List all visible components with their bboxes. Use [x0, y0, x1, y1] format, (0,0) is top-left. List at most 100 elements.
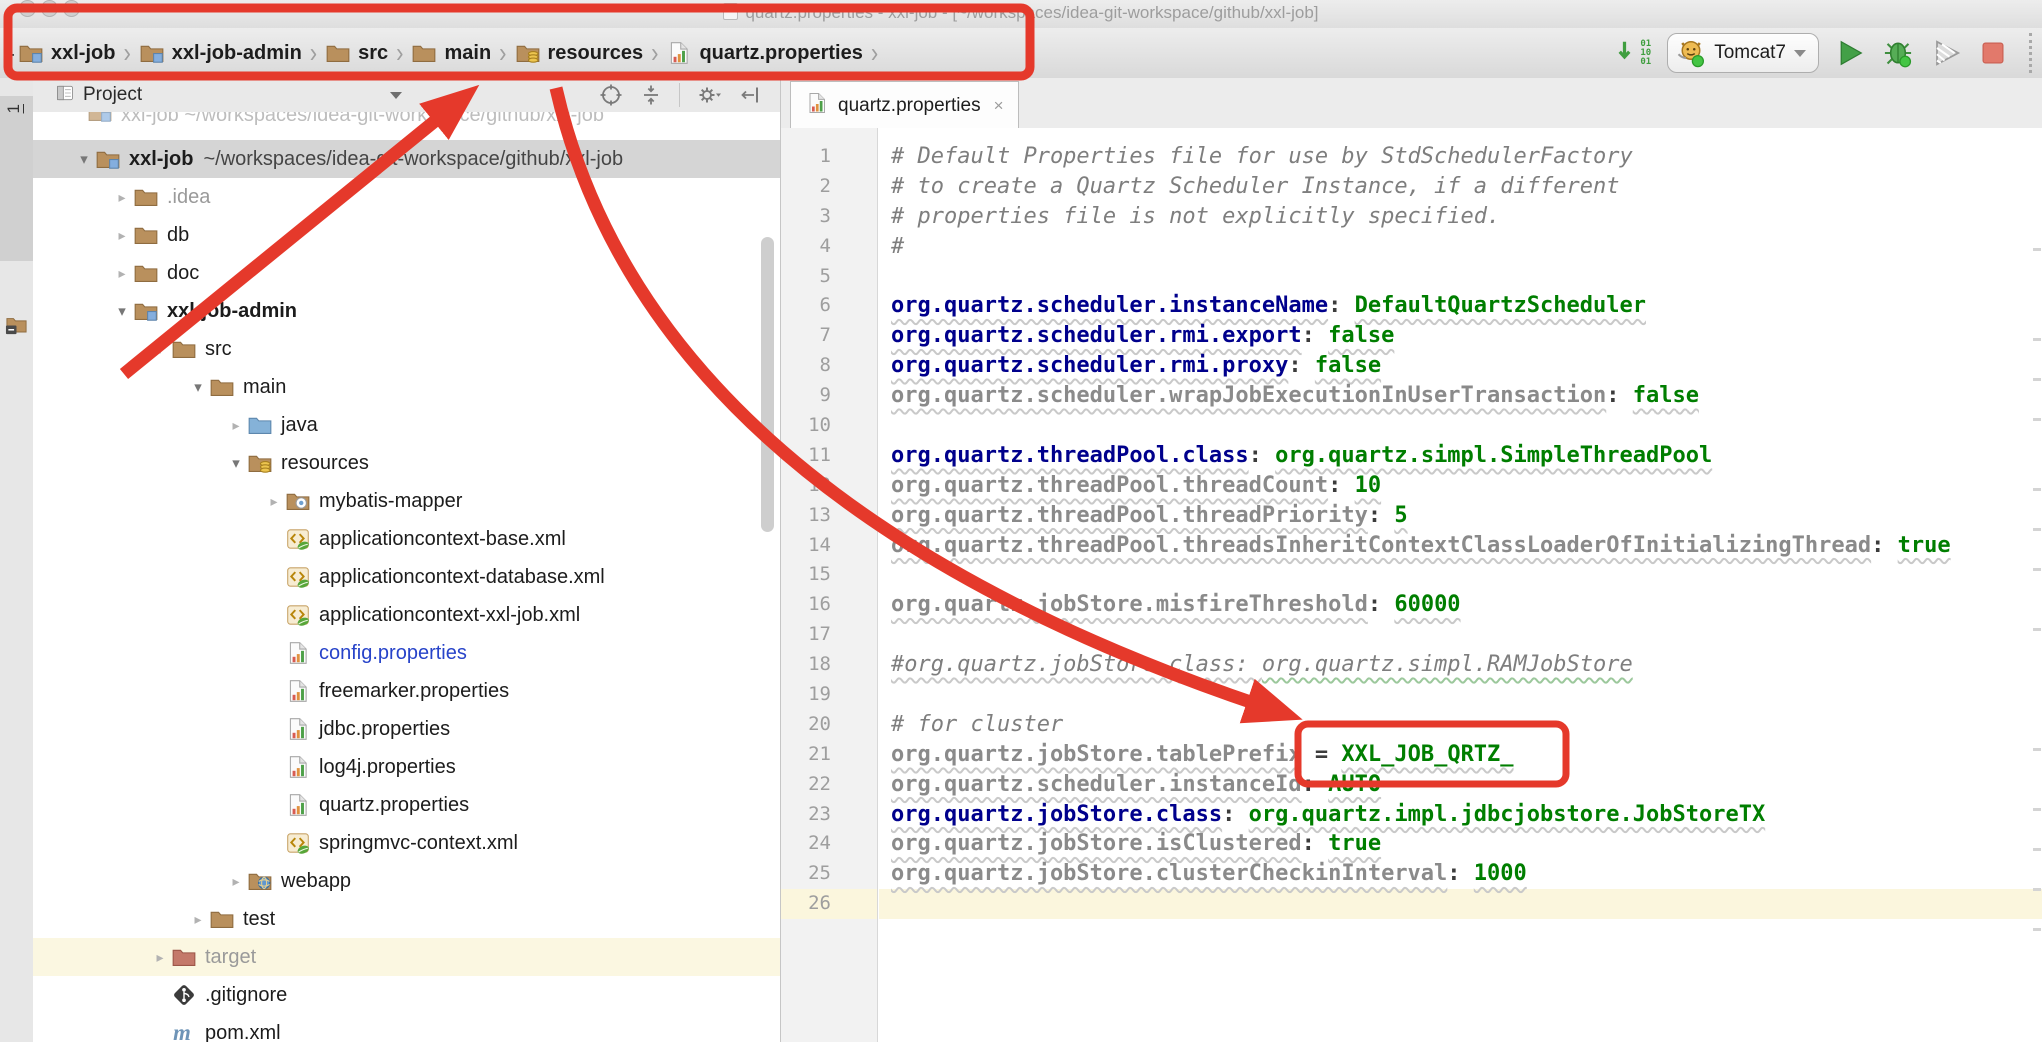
chevron-down-icon[interactable] [390, 92, 402, 99]
tree-item-applicationcontext-database.xml[interactable]: applicationcontext-database.xml [33, 558, 780, 596]
run-configuration-select[interactable]: Tomcat7 [1667, 33, 1819, 73]
gear-icon[interactable] [696, 82, 722, 108]
code-line-3[interactable]: # properties file is not explicitly spec… [879, 202, 2042, 232]
tree-item-label: log4j.properties [319, 756, 456, 779]
code-line-13[interactable]: org.quartz.threadPool.threadPriority: 5 [879, 501, 2042, 531]
collapse-all-icon[interactable] [639, 83, 663, 107]
tree-item-springmvc-context.xml[interactable]: springmvc-context.xml [33, 824, 780, 862]
breadcrumb-item-quartz.properties[interactable]: quartz.properties [666, 40, 862, 66]
breadcrumb-item-main[interactable]: main [411, 40, 491, 66]
run-button[interactable] [1835, 38, 1865, 68]
tree-item-doc[interactable]: ▸doc [33, 254, 780, 292]
line-number-1: 1 [781, 142, 877, 172]
chevron-collapsed-icon[interactable]: ▸ [225, 873, 247, 890]
code-line-17[interactable] [879, 620, 2042, 650]
code-line-11[interactable]: org.quartz.threadPool.class: org.quartz.… [879, 441, 2042, 471]
code-line-22[interactable]: org.quartz.scheduler.instanceId: AUTO [879, 770, 2042, 800]
tree-item-applicationcontext-base.xml[interactable]: applicationcontext-base.xml [33, 520, 780, 558]
tree-item-mybatis-mapper[interactable]: ▸mybatis-mapper [33, 482, 780, 520]
module-icon [95, 146, 121, 172]
tree-item-jdbc.properties[interactable]: jdbc.properties [33, 710, 780, 748]
tree-item-db[interactable]: ▸db [33, 216, 780, 254]
tree-item-xxl-job[interactable]: ▾xxl-job~/workspaces/idea-git-workspace/… [33, 140, 780, 178]
tree-item-target[interactable]: ▸target [33, 938, 780, 976]
run-with-coverage-button[interactable] [1931, 38, 1963, 68]
chevron-collapsed-icon[interactable]: ▸ [263, 493, 285, 510]
tree-item-xxl-job-admin[interactable]: ▾xxl-job-admin [33, 292, 780, 330]
tree-item-src[interactable]: ▾src [33, 330, 780, 368]
tree-item-applicationcontext-xxl-job.xml[interactable]: applicationcontext-xxl-job.xml [33, 596, 780, 634]
tree-item-label: freemarker.properties [319, 680, 509, 703]
line-number-4: 4 [781, 232, 877, 262]
code-line-14[interactable]: org.quartz.threadPool.threadsInheritCont… [879, 531, 2042, 561]
code-line-18[interactable]: #org.quartz.jobStore.class: org.quartz.s… [879, 650, 2042, 680]
breadcrumb-item-src[interactable]: src [325, 40, 388, 66]
tab-label: quartz.properties [838, 95, 981, 117]
debug-button[interactable] [1881, 37, 1915, 69]
tree-item-.idea[interactable]: ▸.idea [33, 178, 780, 216]
tree-item-main[interactable]: ▾main [33, 368, 780, 406]
breadcrumb-item-xxl-job[interactable]: xxl-job [18, 40, 115, 66]
tree-item-freemarker.properties[interactable]: freemarker.properties [33, 672, 780, 710]
code-line-20[interactable]: # for cluster [879, 710, 2042, 740]
tree-item-resources[interactable]: ▾resources [33, 444, 780, 482]
chevron-collapsed-icon[interactable]: ▸ [149, 949, 171, 966]
folder-web-icon [247, 868, 273, 894]
locate-file-icon[interactable] [599, 83, 623, 107]
chevron-expanded-icon[interactable]: ▾ [225, 454, 247, 472]
update-running-app-icon[interactable]: 011001 [1616, 38, 1651, 68]
code-line-19[interactable] [879, 680, 2042, 710]
code-line-25[interactable]: org.quartz.jobStore.clusterCheckinInterv… [879, 859, 2042, 889]
breadcrumb-item-xxl-job-admin[interactable]: xxl-job-admin [139, 40, 302, 66]
code-line-5[interactable] [879, 262, 2042, 292]
chevron-collapsed-icon[interactable]: ▸ [111, 265, 133, 282]
code-line-7[interactable]: org.quartz.scheduler.rmi.export: false [879, 321, 2042, 351]
tree-item-log4j.properties[interactable]: log4j.properties [33, 748, 780, 786]
tree-item-label: .gitignore [205, 984, 287, 1007]
chevron-expanded-icon[interactable]: ▾ [149, 340, 171, 358]
code-line-10[interactable] [879, 411, 2042, 441]
tree-item-quartz.properties[interactable]: quartz.properties [33, 786, 780, 824]
hide-panel-icon[interactable] [738, 83, 762, 107]
chevron-collapsed-icon[interactable]: ▸ [111, 189, 133, 206]
run-controls: 011001 Tomcat7 [1616, 28, 2032, 78]
tree-item-config.properties[interactable]: config.properties [33, 634, 780, 672]
tree-item-java[interactable]: ▸java [33, 406, 780, 444]
project-panel-header[interactable]: Project [33, 78, 780, 113]
code-line-1[interactable]: # Default Properties file for use by Std… [879, 142, 2042, 172]
tree-item-test[interactable]: ▸test [33, 900, 780, 938]
close-icon[interactable]: × [994, 96, 1004, 116]
chevron-collapsed-icon[interactable]: ▸ [225, 417, 247, 434]
code-line-24[interactable]: org.quartz.jobStore.isClustered: true [879, 829, 2042, 859]
code-line-4[interactable]: # [879, 232, 2042, 262]
code-line-6[interactable]: org.quartz.scheduler.instanceName: Defau… [879, 291, 2042, 321]
code-line-2[interactable]: # to create a Quartz Scheduler Instance,… [879, 172, 2042, 202]
code-line-16[interactable]: org.quartz.jobStore.misfireThreshold: 60… [879, 590, 2042, 620]
tree-scrollbar-thumb[interactable] [761, 237, 774, 532]
breadcrumb-item-resources[interactable]: resources [515, 40, 644, 66]
stop-button[interactable] [1979, 39, 2007, 67]
code-line-26[interactable] [879, 889, 2042, 919]
chevron-expanded-icon[interactable]: ▾ [187, 378, 209, 396]
chevron-collapsed-icon[interactable]: ▸ [187, 911, 209, 928]
tree-item-pom.xml[interactable]: mpom.xml [33, 1014, 780, 1042]
line-number-8: 8 [781, 351, 877, 381]
sidebar-tab-project[interactable]: 1: Project [0, 96, 33, 261]
code-line-15[interactable] [879, 560, 2042, 590]
code-line-9[interactable]: org.quartz.scheduler.wrapJobExecutionInU… [879, 381, 2042, 411]
code-line-8[interactable]: org.quartz.scheduler.rmi.proxy: false [879, 351, 2042, 381]
tree-item-webapp[interactable]: ▸webapp [33, 862, 780, 900]
code-line-12[interactable]: org.quartz.threadPool.threadCount: 10 [879, 471, 2042, 501]
chevron-expanded-icon[interactable]: ▾ [73, 150, 95, 168]
editor-content[interactable]: 1234567891011121314151617181920212223242… [781, 128, 2042, 1042]
code-line-21[interactable]: org.quartz.jobStore.tablePrefix = XXL_JO… [879, 740, 2042, 770]
chevron-collapsed-icon[interactable]: ▸ [111, 227, 133, 244]
tree-item-.gitignore[interactable]: .gitignore [33, 976, 780, 1014]
code-area[interactable]: # Default Properties file for use by Std… [879, 128, 2042, 1042]
code-line-23[interactable]: org.quartz.jobStore.class: org.quartz.im… [879, 800, 2042, 830]
tab-quartz-properties[interactable]: quartz.properties × [790, 81, 1019, 129]
line-number-14: 14 [781, 531, 877, 561]
chevron-expanded-icon[interactable]: ▾ [111, 302, 133, 320]
project-tool-icon[interactable] [5, 313, 28, 341]
tree-item-label: quartz.properties [319, 794, 469, 817]
